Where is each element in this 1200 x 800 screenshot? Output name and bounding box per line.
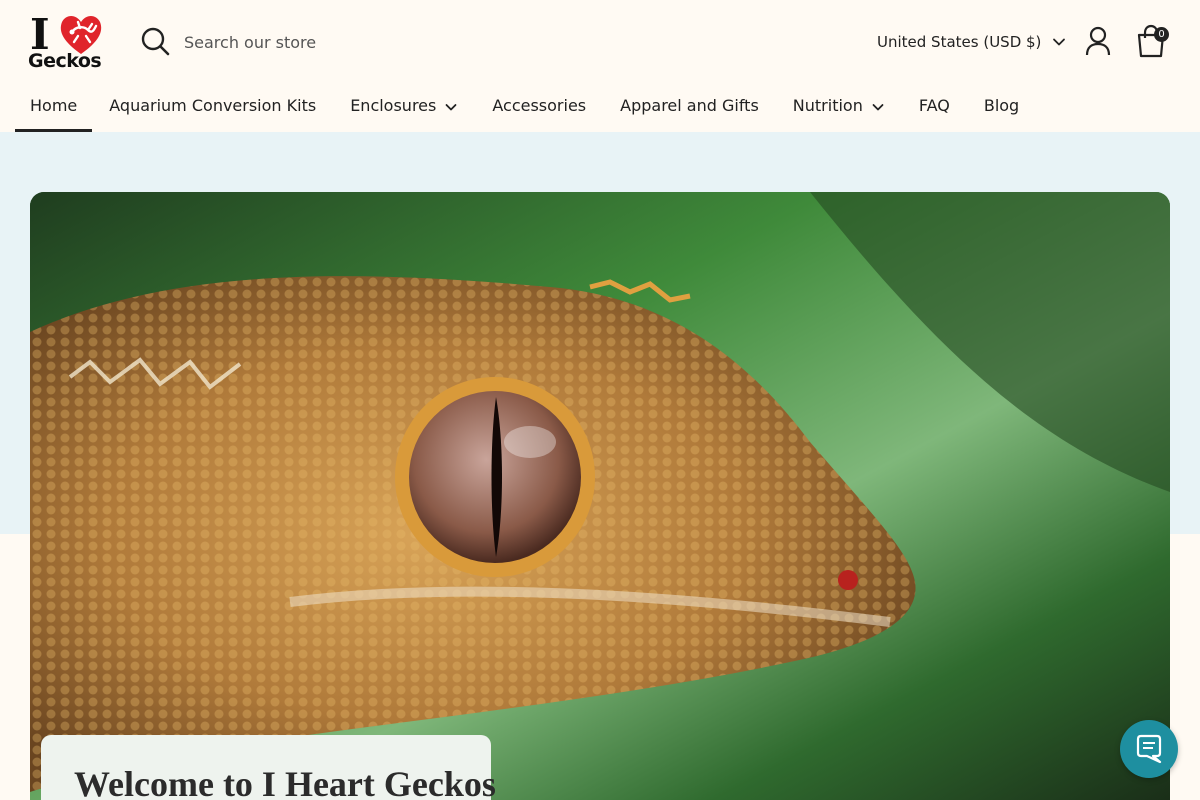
nav-item-faq[interactable]: FAQ bbox=[902, 88, 967, 132]
site-header: I Geckos United States (USD $) 0 Home Aq… bbox=[0, 0, 1200, 132]
nav-item-enclosures[interactable]: Enclosures bbox=[333, 88, 475, 132]
search-input[interactable] bbox=[184, 28, 544, 56]
chevron-down-icon bbox=[872, 104, 884, 111]
nav-item-nutrition[interactable]: Nutrition bbox=[776, 88, 902, 132]
chevron-down-icon bbox=[1053, 38, 1066, 46]
logo-wordmark: Geckos bbox=[28, 50, 102, 72]
brand-logo[interactable]: I Geckos bbox=[28, 10, 108, 74]
cart-count-badge: 0 bbox=[1154, 27, 1169, 42]
main-nav: Home Aquarium Conversion Kits Enclosures… bbox=[15, 88, 1036, 132]
welcome-card: Welcome to I Heart Geckos bbox=[41, 735, 496, 800]
nav-item-label: Apparel and Gifts bbox=[620, 96, 759, 115]
chat-button[interactable] bbox=[1120, 720, 1178, 778]
nav-item-label: Aquarium Conversion Kits bbox=[109, 96, 317, 115]
nav-item-aquarium-conversion-kits[interactable]: Aquarium Conversion Kits bbox=[92, 88, 333, 132]
nav-item-label: FAQ bbox=[918, 96, 950, 115]
hero-gecko-image bbox=[30, 192, 1170, 800]
currency-selector[interactable]: United States (USD $) bbox=[877, 30, 1067, 54]
chevron-down-icon bbox=[445, 104, 457, 111]
currency-label: United States (USD $) bbox=[877, 33, 1042, 51]
welcome-title: Welcome to I Heart Geckos bbox=[74, 764, 496, 800]
nav-item-label: Nutrition bbox=[792, 96, 863, 115]
nav-item-accessories[interactable]: Accessories bbox=[475, 88, 603, 132]
chat-icon bbox=[1136, 734, 1162, 764]
nav-item-label: Home bbox=[30, 96, 78, 115]
search-icon[interactable] bbox=[140, 26, 170, 56]
nav-item-label: Accessories bbox=[492, 96, 587, 115]
nav-item-label: Blog bbox=[983, 96, 1020, 115]
nav-item-apparel-and-gifts[interactable]: Apparel and Gifts bbox=[603, 88, 776, 132]
account-icon[interactable] bbox=[1084, 26, 1112, 56]
gecko-illustration bbox=[30, 192, 1170, 800]
nav-item-label: Enclosures bbox=[350, 96, 437, 115]
nav-item-blog[interactable]: Blog bbox=[967, 88, 1036, 132]
nav-item-home[interactable]: Home bbox=[15, 88, 93, 132]
